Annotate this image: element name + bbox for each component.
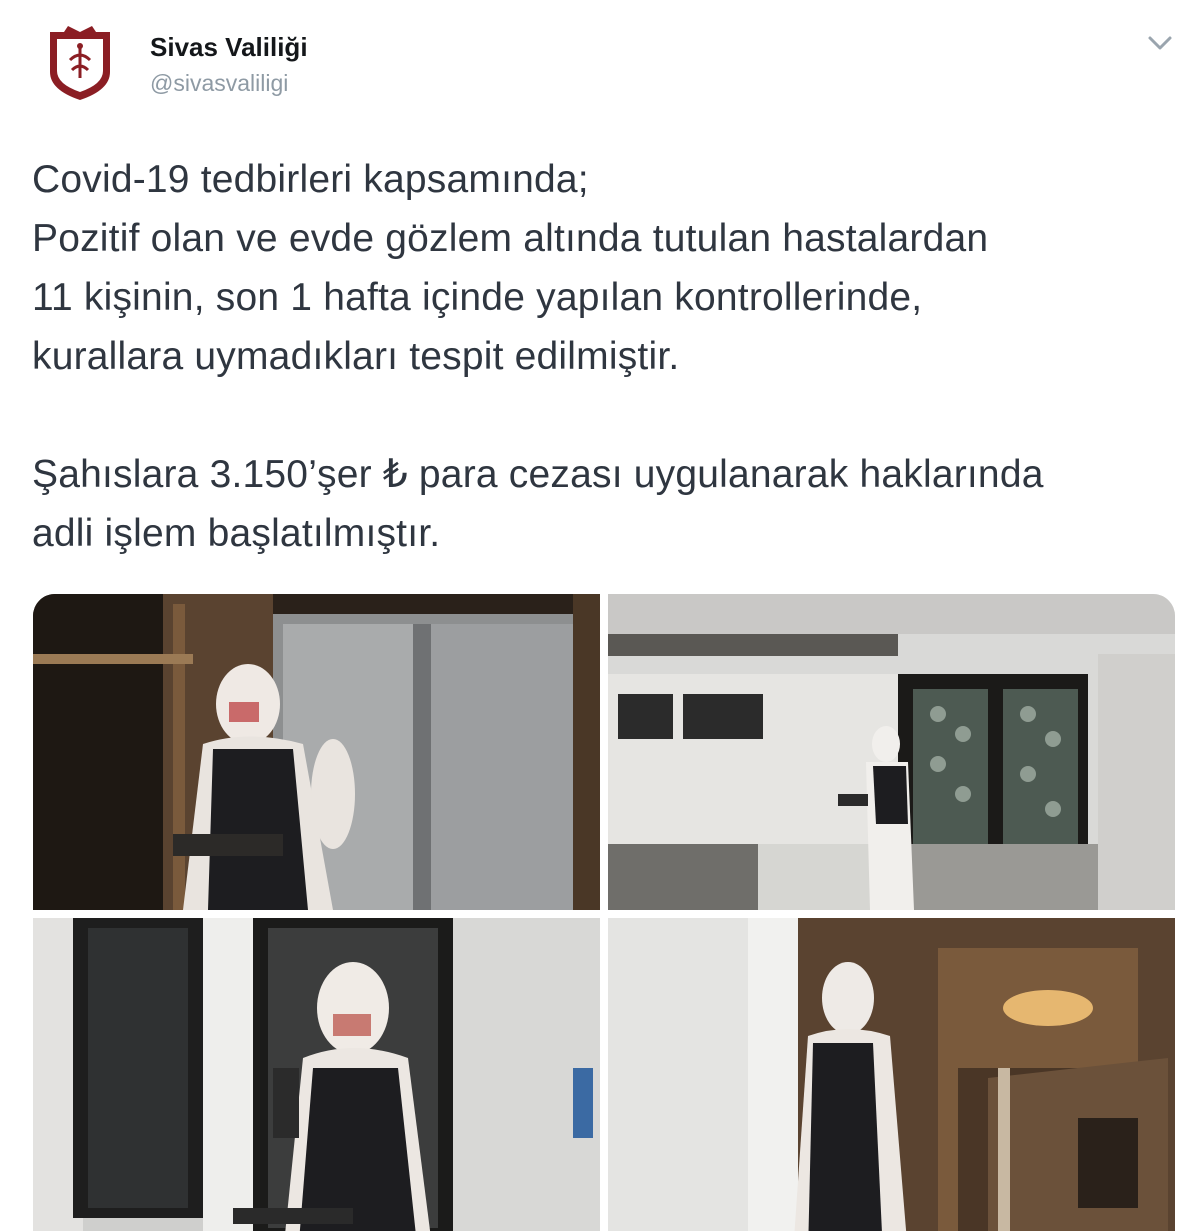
photo-building-entrance-officer[interactable] bbox=[608, 594, 1175, 910]
chevron-down-icon bbox=[1148, 36, 1172, 50]
account-name[interactable]: Sivas Valiliği bbox=[150, 32, 308, 63]
tweet-text: Covid-19 tedbirleri kapsamında; Pozitif … bbox=[32, 150, 1182, 563]
tweet-line: Şahıslara 3.150’şer ₺ para cezası uygula… bbox=[32, 453, 1044, 496]
sivas-valiligi-logo-icon bbox=[50, 26, 110, 100]
tweet-menu-button[interactable] bbox=[1142, 30, 1178, 56]
photo-elevator-officer[interactable] bbox=[33, 594, 600, 910]
tweet-card: Sivas Valiliği @sivasvaliligi Covid-19 t… bbox=[0, 0, 1200, 1231]
tweet-line: adli işlem başlatılmıştır. bbox=[32, 512, 441, 555]
tweet-line: Pozitif olan ve evde gözlem altında tutu… bbox=[32, 217, 989, 260]
media-grid bbox=[33, 594, 1175, 1231]
tweet-line: Covid-19 tedbirleri kapsamında; bbox=[32, 158, 589, 201]
photo-stairwell-officer[interactable] bbox=[608, 918, 1175, 1231]
account-handle[interactable]: @sivasvaliligi bbox=[150, 70, 288, 97]
tweet-line: kurallara uymadıkları tespit edilmiştir. bbox=[32, 335, 680, 378]
avatar[interactable] bbox=[44, 22, 116, 102]
photo-corridor-officer[interactable] bbox=[33, 918, 600, 1231]
tweet-line: 11 kişinin, son 1 hafta içinde yapılan k… bbox=[32, 276, 923, 319]
